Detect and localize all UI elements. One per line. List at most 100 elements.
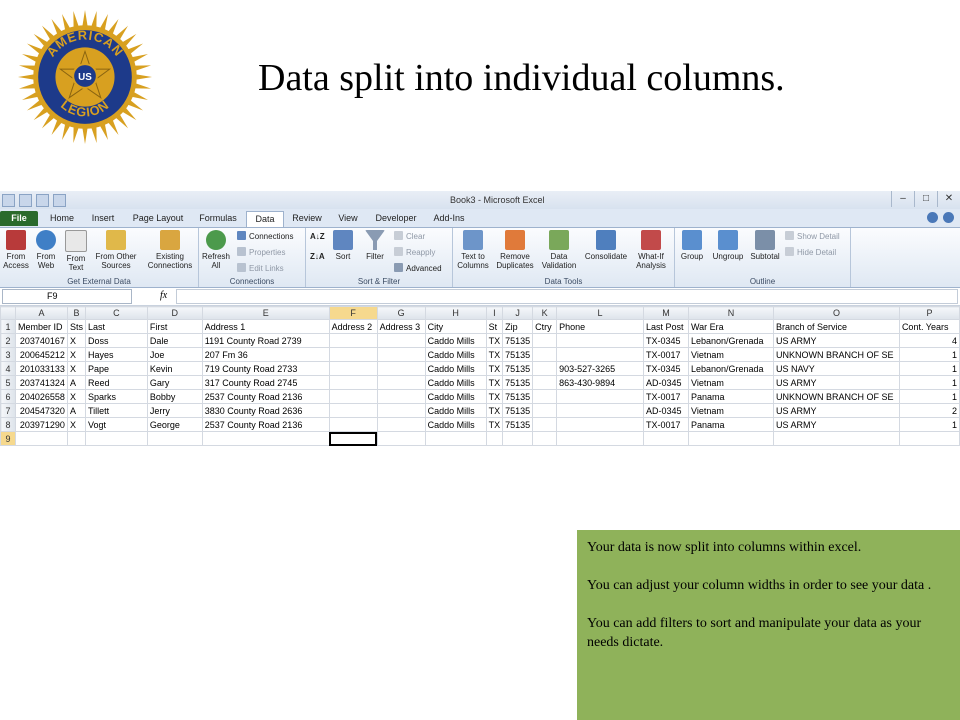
tab-file[interactable]: File [0,211,38,226]
cell[interactable]: Address 3 [376,319,426,334]
tab-home[interactable]: Home [44,211,80,226]
cell[interactable]: AD-0345 [643,403,689,418]
cell[interactable]: 317 County Road 2745 [201,375,330,390]
cell[interactable]: 203971290 [14,417,68,432]
formula-input[interactable] [176,289,958,304]
cell[interactable]: Dale [146,333,203,348]
cell[interactable]: TX-0017 [643,389,689,404]
cell[interactable]: US ARMY [772,333,900,348]
remove-duplicates-button[interactable]: Remove Duplicates [493,230,537,270]
cell[interactable]: Lebanon/Grenada [687,361,774,376]
cell[interactable]: Doss [84,333,148,348]
cell[interactable] [485,431,504,446]
cell[interactable]: 1191 County Road 2739 [201,333,330,348]
cell[interactable]: Panama [687,417,774,432]
column-header[interactable]: F [328,306,378,320]
edit-links-button[interactable]: Edit Links [237,263,284,273]
cell[interactable]: 1 [898,375,960,390]
cell[interactable]: Sts [66,319,86,334]
tab-page-layout[interactable]: Page Layout [126,211,190,226]
cell[interactable]: 2537 County Road 2136 [201,417,330,432]
cell[interactable]: Sparks [84,389,148,404]
row-header[interactable]: 9 [0,431,16,446]
reapply-button[interactable]: Reapply [394,247,435,257]
cell[interactable] [201,431,330,446]
column-header[interactable]: P [898,306,960,320]
maximize-button[interactable]: □ [914,191,937,207]
cell[interactable]: 75135 [502,417,534,432]
row-header[interactable]: 8 [0,417,16,432]
cell[interactable]: UNKNOWN BRANCH OF SE [772,389,900,404]
cell[interactable]: War Era [687,319,774,334]
cell[interactable]: 203741324 [14,375,68,390]
column-header[interactable]: L [556,306,644,320]
close-button[interactable]: ✕ [937,191,960,207]
cell[interactable] [376,389,426,404]
cell[interactable]: X [66,333,86,348]
cell[interactable]: Bobby [146,389,203,404]
cell[interactable] [328,375,378,390]
cell[interactable]: First [146,319,203,334]
cell[interactable]: TX [485,375,504,390]
cell[interactable]: Lebanon/Grenada [687,333,774,348]
name-box[interactable]: F9 [2,289,132,304]
cell[interactable]: AD-0345 [643,375,689,390]
cell[interactable]: 2 [898,403,960,418]
cell[interactable] [328,389,378,404]
cell[interactable] [376,417,426,432]
column-header[interactable]: H [424,306,487,320]
cell[interactable] [328,431,378,446]
group-button[interactable]: Group [677,230,707,261]
cell[interactable]: Phone [556,319,644,334]
cell[interactable]: Caddo Mills [424,361,487,376]
cell[interactable]: Caddo Mills [424,417,487,432]
cell[interactable] [14,431,68,446]
column-header[interactable]: J [502,306,534,320]
column-header[interactable]: O [772,306,900,320]
column-header[interactable]: C [84,306,148,320]
cell[interactable]: Zip [502,319,534,334]
existing-connections-button[interactable]: Existing Connections [144,230,196,270]
cell[interactable] [556,417,644,432]
select-all-corner[interactable] [0,306,16,320]
minimize-button[interactable]: – [891,191,914,207]
cell[interactable] [376,431,426,446]
cell[interactable] [772,431,900,446]
cell[interactable]: 1 [898,347,960,362]
cell[interactable]: 75135 [502,333,534,348]
cell[interactable] [898,431,960,446]
hide-detail-button[interactable]: Hide Detail [785,247,836,257]
cell[interactable]: Reed [84,375,148,390]
cell[interactable] [328,403,378,418]
cell[interactable] [146,431,203,446]
cell[interactable]: TX [485,333,504,348]
row-header[interactable]: 5 [0,375,16,390]
cell[interactable]: X [66,417,86,432]
cell[interactable]: Member ID [14,319,68,334]
column-header[interactable]: A [14,306,68,320]
tab-review[interactable]: Review [288,211,326,226]
column-header[interactable]: B [66,306,86,320]
cell[interactable]: Hayes [84,347,148,362]
cell[interactable]: Ctry [532,319,558,334]
what-if-analysis-button[interactable]: What-If Analysis [631,230,671,270]
insert-function-icon[interactable]: fx [160,290,167,301]
refresh-all-button[interactable]: Refresh All [201,230,231,270]
save-icon[interactable] [19,194,32,207]
cell[interactable]: X [66,361,86,376]
cell[interactable]: Pape [84,361,148,376]
cell[interactable]: 3830 County Road 2636 [201,403,330,418]
cell[interactable] [376,375,426,390]
cell[interactable]: 4 [898,333,960,348]
cell[interactable]: 203740167 [14,333,68,348]
cell[interactable] [532,389,558,404]
cell[interactable]: George [146,417,203,432]
column-header[interactable]: G [376,306,426,320]
sort-a-z-icon[interactable]: A↓Z [310,232,325,241]
subtotal-button[interactable]: Subtotal [747,230,783,261]
cell[interactable] [532,417,558,432]
cell[interactable]: TX-0017 [643,417,689,432]
cell[interactable] [556,403,644,418]
tab-view[interactable]: View [332,211,364,226]
cell[interactable]: US ARMY [772,375,900,390]
